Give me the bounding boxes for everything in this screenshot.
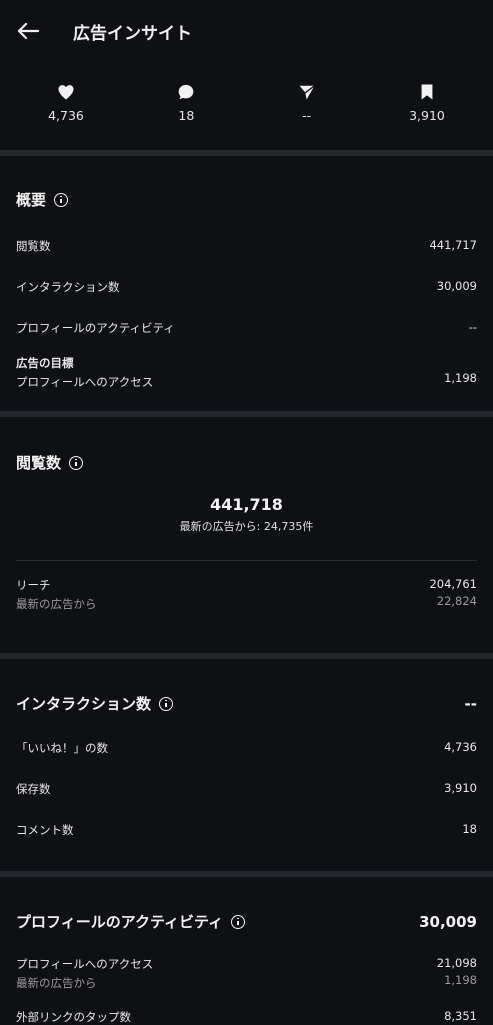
row-value: 441,717 xyxy=(429,238,477,252)
stat-likes-value: 4,736 xyxy=(48,108,84,123)
row-label: 保存数 xyxy=(16,782,51,796)
arrow-left-icon xyxy=(17,22,39,40)
profile-activity-title: プロフィールのアクティビティ xyxy=(16,911,246,932)
views-header: 閲覧数 xyxy=(16,452,477,473)
overview-section: 概要 閲覧数 441,717 インタラクション数 30,009 プロフィールのア… xyxy=(0,156,493,411)
row-value: 8,351 xyxy=(444,1009,477,1023)
reach-sub-value: 22,824 xyxy=(436,594,477,608)
interactions-header: インタラクション数 -- xyxy=(16,693,477,714)
stat-comments-value: 18 xyxy=(178,108,195,123)
row-label: コメント数 xyxy=(16,823,74,837)
profile-row-visits[interactable]: プロフィールへのアクセス 最新の広告から 21,098 1,198 xyxy=(16,956,477,991)
profile-activity-total: 30,009 xyxy=(419,912,477,931)
row-label: 「いいね！」の数 xyxy=(16,741,108,755)
interactions-total: -- xyxy=(464,694,477,713)
views-title: 閲覧数 xyxy=(16,452,84,473)
stat-saves: 3,910 xyxy=(377,82,477,150)
overview-header: 概要 xyxy=(16,189,477,210)
profile-row-link-taps[interactable]: 外部リンクのタップ数 8,351 xyxy=(16,1009,477,1025)
profile-activity-title-text: プロフィールのアクティビティ xyxy=(16,913,224,931)
row-label: インタラクション数 xyxy=(16,280,120,294)
overview-row-interactions[interactable]: インタラクション数 30,009 xyxy=(16,279,477,295)
interactions-section: インタラクション数 -- 「いいね！」の数 4,736 保存数 3,910 コメ… xyxy=(0,659,493,871)
stat-shares: -- xyxy=(257,82,357,150)
views-total-sub: 最新の広告から: 24,735件 xyxy=(179,520,314,533)
goal-value: 1,198 xyxy=(444,371,477,385)
views-section: 閲覧数 441,718 最新の広告から: 24,735件 リーチ 最新の広告から… xyxy=(0,417,493,653)
info-icon[interactable] xyxy=(69,455,84,470)
back-button[interactable] xyxy=(16,19,40,43)
views-separator xyxy=(16,560,477,561)
row-value: 21,098 xyxy=(436,956,477,970)
stat-likes: 4,736 xyxy=(16,82,116,150)
reach-label: リーチ xyxy=(16,578,51,592)
overview-row-goal[interactable]: 広告の目標 プロフィールへのアクセス 1,198 xyxy=(16,355,477,390)
comment-icon xyxy=(178,84,194,100)
interactions-title: インタラクション数 xyxy=(16,693,174,714)
info-icon[interactable] xyxy=(231,914,246,929)
stat-saves-value: 3,910 xyxy=(409,108,445,123)
row-sub: 最新の広告から xyxy=(16,976,97,990)
share-icon xyxy=(299,85,315,100)
views-total-block: 441,718 最新の広告から: 24,735件 xyxy=(16,495,477,534)
row-value: 30,009 xyxy=(436,279,477,293)
page-title: 広告インサイト xyxy=(73,23,192,44)
row-value: 3,910 xyxy=(444,781,477,795)
row-value: 4,736 xyxy=(444,740,477,754)
profile-activity-section: プロフィールのアクティビティ 30,009 プロフィールへのアクセス 最新の広告… xyxy=(0,877,493,1025)
reach-sub: 最新の広告から xyxy=(16,597,97,611)
overview-title-text: 概要 xyxy=(16,191,47,209)
row-label: プロフィールのアクティビティ xyxy=(16,321,175,335)
interactions-row-likes[interactable]: 「いいね！」の数 4,736 xyxy=(16,740,477,756)
interactions-row-comments[interactable]: コメント数 18 xyxy=(16,822,477,838)
row-label: 閲覧数 xyxy=(16,239,51,253)
reach-value: 204,761 xyxy=(429,577,477,591)
views-title-text: 閲覧数 xyxy=(16,454,62,472)
app-root: 広告インサイト 4,736 18 -- 3,910 概要 閲覧数 441,717… xyxy=(0,0,493,1025)
info-icon[interactable] xyxy=(54,192,69,207)
stat-comments: 18 xyxy=(136,82,236,150)
row-value: -- xyxy=(468,320,477,334)
views-reach-row[interactable]: リーチ 最新の広告から 204,761 22,824 xyxy=(16,577,477,612)
overview-row-profile-activity[interactable]: プロフィールのアクティビティ -- xyxy=(16,320,477,336)
interactions-row-saves[interactable]: 保存数 3,910 xyxy=(16,781,477,797)
info-icon[interactable] xyxy=(159,696,174,711)
row-sub-value: 1,198 xyxy=(444,973,477,987)
heart-icon xyxy=(58,85,74,100)
stat-shares-value: -- xyxy=(302,108,312,123)
bookmark-icon xyxy=(421,84,433,100)
engagement-stats: 4,736 18 -- 3,910 xyxy=(0,62,493,150)
top-bar: 広告インサイト xyxy=(0,0,493,62)
overview-title: 概要 xyxy=(16,189,69,210)
interactions-title-text: インタラクション数 xyxy=(16,695,152,713)
goal-label: プロフィールへのアクセス xyxy=(16,375,154,389)
row-label: プロフィールへのアクセス xyxy=(16,957,154,971)
profile-activity-header: プロフィールのアクティビティ 30,009 xyxy=(16,911,477,932)
row-value: 18 xyxy=(462,822,477,836)
goal-heading: 広告の目標 xyxy=(16,356,74,370)
row-label: 外部リンクのタップ数 xyxy=(16,1010,131,1024)
views-total: 441,718 xyxy=(210,495,283,514)
overview-row-views[interactable]: 閲覧数 441,717 xyxy=(16,238,477,254)
